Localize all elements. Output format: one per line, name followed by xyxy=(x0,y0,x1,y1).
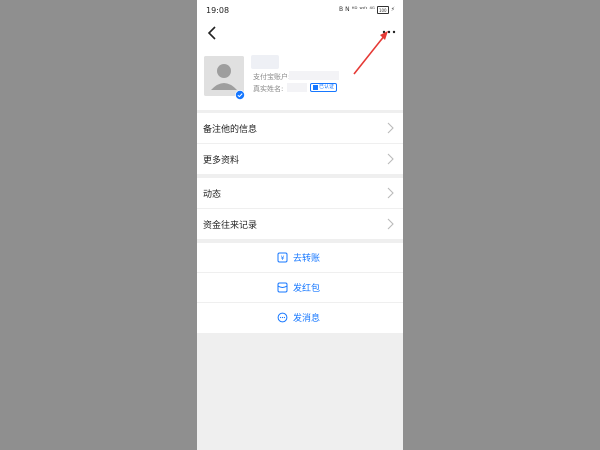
signal-icon: ⁴ᴳ xyxy=(369,6,375,13)
hd-icon: ᴴᴰ xyxy=(351,6,358,13)
realname-redacted xyxy=(287,83,307,92)
red-packet-button[interactable]: 发红包 xyxy=(197,273,403,303)
menu-item-label: 动态 xyxy=(203,190,222,200)
menu-item-label: 备注他的信息 xyxy=(203,125,258,135)
chevron-left-icon[interactable] xyxy=(205,25,221,41)
certified-icon xyxy=(313,85,318,90)
account-redacted xyxy=(289,71,339,80)
red-packet-icon xyxy=(277,282,288,293)
red-packet-label: 发红包 xyxy=(293,284,321,294)
certified-label: 已认证 xyxy=(319,84,335,90)
svg-text:¥: ¥ xyxy=(281,255,285,262)
name-redacted xyxy=(251,55,279,69)
annotation-arrow-icon xyxy=(353,31,388,75)
menu-item-moments[interactable]: 动态 xyxy=(197,178,403,208)
bluetooth-icon: B xyxy=(339,6,344,13)
status-time: 19:08 xyxy=(206,6,230,15)
chevron-right-icon xyxy=(387,187,394,199)
status-icons: B N ᴴᴰ ʷᶦᶠᶦ ⁴ᴳ 100 ⚡ xyxy=(339,6,395,14)
transfer-icon: ¥ xyxy=(277,252,288,263)
wifi-icon: ʷᶦᶠᶦ xyxy=(359,6,368,13)
send-message-button[interactable]: 发消息 xyxy=(197,303,403,333)
message-icon xyxy=(277,312,288,323)
transfer-label: 去转账 xyxy=(293,254,321,264)
certified-badge: 已认证 xyxy=(310,83,338,92)
chevron-right-icon xyxy=(387,122,394,134)
menu-item-label: 资金往来记录 xyxy=(203,221,258,231)
transfer-button[interactable]: ¥ 去转账 xyxy=(197,243,403,273)
status-bar: 19:08 B N ᴴᴰ ʷᶦᶠᶦ ⁴ᴳ 100 ⚡ xyxy=(197,0,403,22)
battery-icon: 100 xyxy=(376,6,389,14)
nfc-icon: N xyxy=(345,6,350,13)
send-message-label: 发消息 xyxy=(293,314,321,324)
menu-item-more-info[interactable]: 更多资料 xyxy=(197,144,403,174)
verified-badge-icon xyxy=(235,90,245,100)
menu-item-fund-records[interactable]: 资金往来记录 xyxy=(197,209,403,239)
chevron-right-icon xyxy=(387,153,394,165)
chevron-right-icon xyxy=(387,218,394,230)
menu-item-remark-info[interactable]: 备注他的信息 xyxy=(197,113,403,143)
charging-icon: ⚡ xyxy=(390,6,395,13)
menu-item-label: 更多资料 xyxy=(203,156,240,166)
account-label: 支付宝账户: xyxy=(253,73,291,81)
realname-label: 真实姓名: xyxy=(253,85,284,93)
